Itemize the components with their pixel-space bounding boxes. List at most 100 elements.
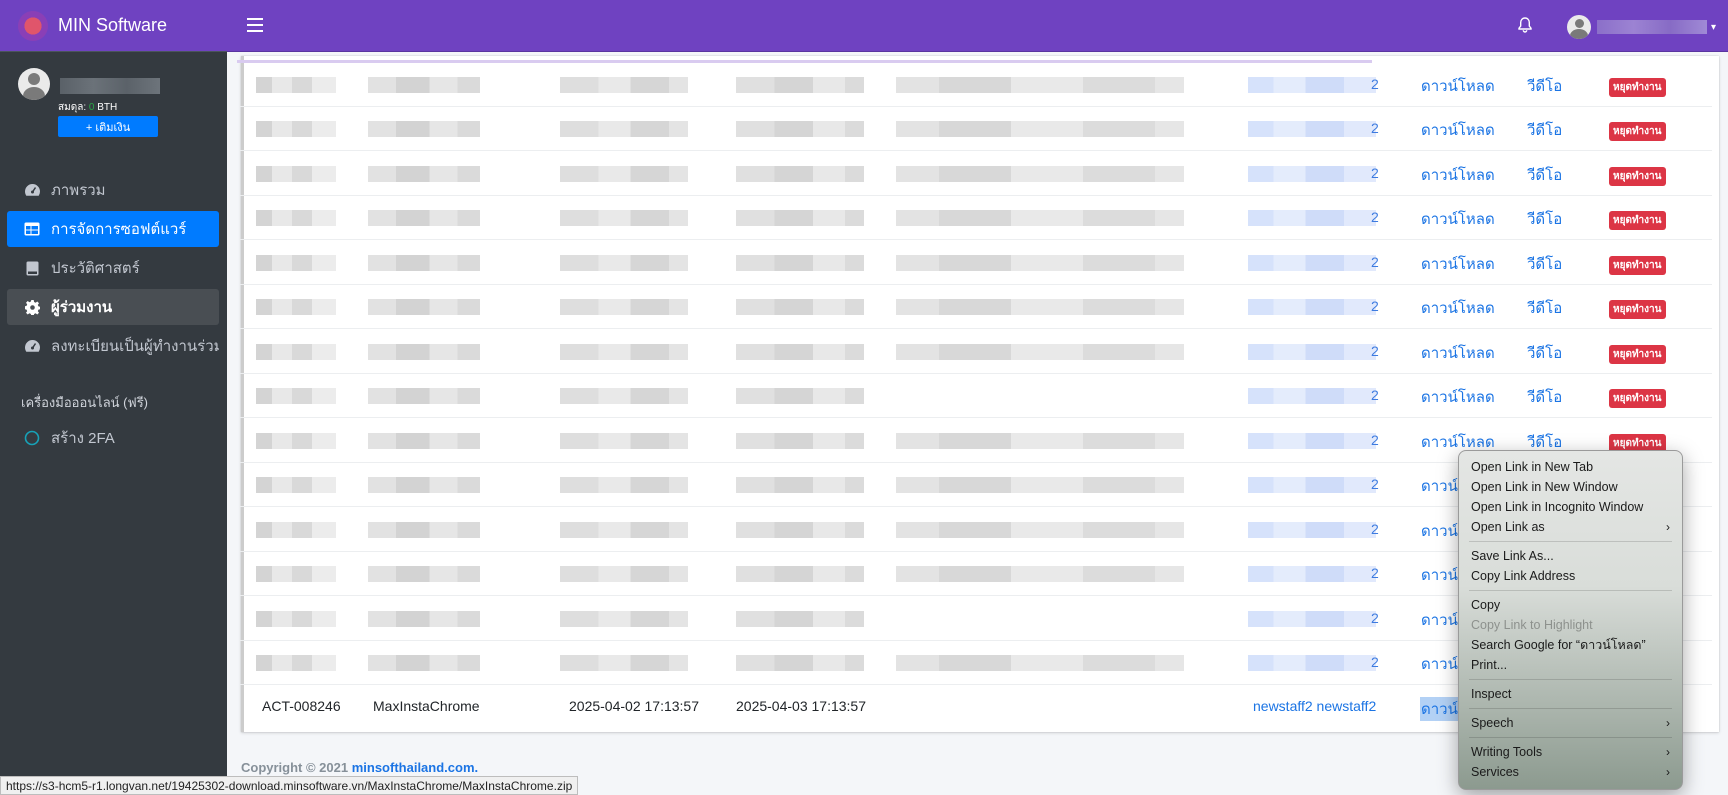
context-menu-item[interactable]: Open Link in Incognito Window <box>1459 497 1682 517</box>
download-link[interactable]: ดาวน์โหลด <box>1421 296 1495 320</box>
table-row: 2 ดาวน์โหลด วีดีโอ หยุดทำงาน <box>240 374 1712 418</box>
blurred-cell <box>896 433 1184 449</box>
sidebar-item-create-2fa[interactable]: สร้าง 2FA <box>7 420 219 456</box>
download-link-selected[interactable]: ดาวน์ <box>1420 697 1459 721</box>
download-link[interactable]: ดาวน์โหลด <box>1421 118 1495 142</box>
staff-link-tail[interactable]: 2 <box>1371 298 1379 314</box>
staff-link-tail[interactable]: 2 <box>1371 654 1379 670</box>
context-menu-item[interactable]: Search Google for “ดาวน์โหลด” <box>1459 635 1682 655</box>
status-badge: หยุดทำงาน <box>1609 300 1666 319</box>
staff-link-tail[interactable]: 2 <box>1371 387 1379 403</box>
context-menu-item-label: Copy Link Address <box>1471 569 1576 583</box>
table-row: 2 ดาวน์โหลด วีดีโอ หยุดทำงาน <box>240 241 1712 285</box>
download-link[interactable]: ดาวน์โหลด <box>1421 163 1495 187</box>
video-link[interactable]: วีดีโอ <box>1527 341 1562 365</box>
video-link[interactable]: วีดีโอ <box>1527 163 1562 187</box>
circle-icon <box>23 430 41 446</box>
video-link[interactable]: วีดีโอ <box>1527 296 1562 320</box>
staff-link-tail[interactable]: 2 <box>1371 76 1379 92</box>
blurred-cell <box>256 255 336 271</box>
staff-link-tail[interactable]: 2 <box>1371 343 1379 359</box>
notification-bell-icon[interactable] <box>1518 17 1532 38</box>
brand-link[interactable]: MIN Software <box>0 0 227 52</box>
cell-software: MaxInstaChrome <box>373 698 480 714</box>
context-menu-item[interactable]: Print... <box>1459 655 1682 675</box>
context-menu-item[interactable]: Save Link As... <box>1459 546 1682 566</box>
blurred-cell <box>1248 166 1376 182</box>
staff-link-tail[interactable]: 2 <box>1371 610 1379 626</box>
staff-link-tail[interactable]: 2 <box>1371 209 1379 225</box>
sidebar-item-register-collaborator[interactable]: ลงทะเบียนเป็นผู้ทำงานร่วมกั <box>7 328 219 364</box>
blurred-cell <box>256 433 336 449</box>
staff-link-tail[interactable]: 2 <box>1371 521 1379 537</box>
context-menu-item[interactable]: Open Link as › <box>1459 517 1682 537</box>
blurred-cell <box>368 388 480 404</box>
user-name-blurred <box>1597 20 1707 34</box>
blurred-cell <box>256 655 336 671</box>
blurred-cell <box>368 210 480 226</box>
video-link[interactable]: วีดีโอ <box>1527 118 1562 142</box>
balance-label: สมดุล: <box>58 102 87 113</box>
blurred-cell <box>560 77 688 93</box>
download-link[interactable]: ดาวน์โหลด <box>1421 207 1495 231</box>
blurred-cell <box>368 522 480 538</box>
staff-link-tail[interactable]: 2 <box>1371 120 1379 136</box>
sidebar-item-collaborators[interactable]: ผู้ร่วมงาน <box>7 289 219 325</box>
staff-link-tail[interactable]: 2 <box>1371 476 1379 492</box>
blurred-cell <box>736 344 864 360</box>
sidebar-item-overview[interactable]: ภาพรวม <box>7 172 219 208</box>
status-badge: หยุดทำงาน <box>1609 345 1666 364</box>
blurred-cell <box>560 433 688 449</box>
menu-separator <box>1469 708 1672 709</box>
top-navbar: ▾ <box>227 0 1728 52</box>
context-menu: Open Link in New Tab Open Link in New Win… <box>1458 450 1683 790</box>
blurred-cell <box>896 299 1184 315</box>
download-link[interactable]: ดาวน์โหลด <box>1421 252 1495 276</box>
user-dropdown[interactable]: ▾ <box>1567 15 1716 39</box>
blurred-cell <box>560 611 688 627</box>
sidebar-item-label: ลงทะเบียนเป็นผู้ทำงานร่วมกั <box>51 338 219 355</box>
video-link[interactable]: วีดีโอ <box>1527 207 1562 231</box>
staff-link-tail[interactable]: 2 <box>1371 165 1379 181</box>
context-menu-item[interactable]: Inspect <box>1459 684 1682 704</box>
video-link[interactable]: วีดีโอ <box>1527 252 1562 276</box>
staff-link-tail[interactable]: 2 <box>1371 254 1379 270</box>
footer-link[interactable]: minsofthailand.com. <box>352 760 478 775</box>
balance-currency: BTH <box>97 102 118 113</box>
video-link[interactable]: วีดีโอ <box>1527 385 1562 409</box>
video-link[interactable]: วีดีโอ <box>1527 74 1562 98</box>
cell-staff-link[interactable]: newstaff2 newstaff2 <box>1253 698 1376 714</box>
chevron-right-icon: › <box>1666 716 1670 730</box>
blurred-cell <box>736 477 864 493</box>
context-menu-item[interactable]: Copy <box>1459 595 1682 615</box>
context-menu-item[interactable]: Writing Tools › <box>1459 742 1682 762</box>
sidebar-item-history[interactable]: ประวัติศาสตร์ <box>7 250 219 286</box>
brand-logo-icon <box>18 10 48 41</box>
context-menu-item[interactable]: Copy Link Address <box>1459 566 1682 586</box>
user-name-blurred[interactable] <box>60 78 160 94</box>
blurred-cell <box>368 77 480 93</box>
download-link[interactable]: ดาวน์โหลด <box>1421 385 1495 409</box>
user-avatar[interactable] <box>18 68 50 100</box>
blurred-cell <box>560 166 688 182</box>
sidebar-nav: ภาพรวม การจัดการซอฟต์แวร์ ประวัติศาสตร์ … <box>7 172 219 367</box>
blurred-cell <box>736 522 864 538</box>
topup-button[interactable]: + เติมเงิน <box>58 116 158 137</box>
sidebar-item-label: ประวัติศาสตร์ <box>51 260 140 277</box>
blurred-cell <box>368 121 480 137</box>
context-menu-item[interactable]: Speech › <box>1459 713 1682 733</box>
blurred-cell <box>736 210 864 226</box>
context-menu-item[interactable]: Services › <box>1459 762 1682 782</box>
context-menu-item[interactable]: Open Link in New Tab <box>1459 457 1682 477</box>
staff-link-tail[interactable]: 2 <box>1371 432 1379 448</box>
staff-link-tail[interactable]: 2 <box>1371 565 1379 581</box>
download-link[interactable]: ดาวน์โหลด <box>1421 341 1495 365</box>
sidebar-item-software-management[interactable]: การจัดการซอฟต์แวร์ <box>7 211 219 247</box>
context-menu-item-label: Copy <box>1471 598 1501 612</box>
blurred-cell <box>896 344 1184 360</box>
download-link[interactable]: ดาวน์โหลด <box>1421 74 1495 98</box>
menu-toggle-icon[interactable] <box>247 18 263 32</box>
context-menu-item[interactable]: Open Link in New Window <box>1459 477 1682 497</box>
blurred-cell <box>560 344 688 360</box>
blurred-cell <box>256 522 336 538</box>
